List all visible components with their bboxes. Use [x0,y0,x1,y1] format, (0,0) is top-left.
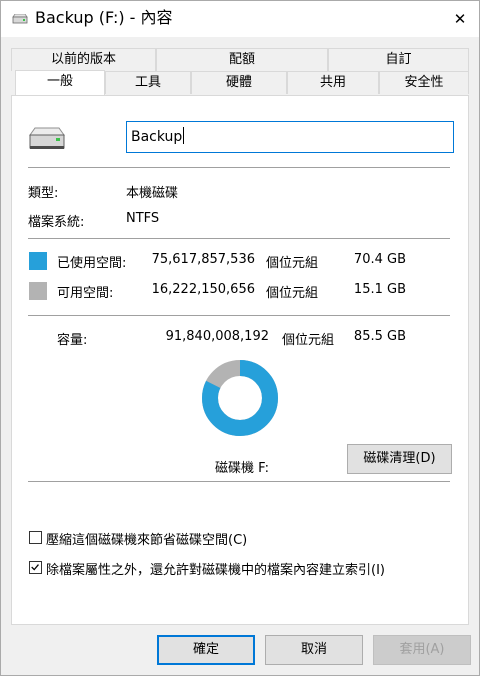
tab-quota[interactable]: 配額 [156,48,328,71]
compress-label[interactable]: 壓縮這個磁碟機來節省磁碟空間(C) [46,529,247,548]
free-space-unit: 個位元組 [266,286,319,301]
tab-sharing[interactable]: 共用 [287,71,379,94]
capacity-bytes: 91,840,008,192 [165,329,269,344]
drive-name-input[interactable]: Backup [126,121,454,153]
disk-usage-donut [202,360,278,436]
type-label: 類型: [28,186,59,201]
drive-name-value: Backup [131,129,183,145]
close-button[interactable]: ✕ [447,6,473,32]
tab-general[interactable]: 一般 [15,70,105,95]
used-space-unit: 個位元組 [266,256,319,271]
type-value: 本機磁碟 [126,186,179,201]
separator [28,315,450,316]
ok-button[interactable]: 確定 [157,635,255,665]
free-space-swatch [29,282,47,300]
capacity-unit: 個位元組 [282,333,335,348]
capacity-label: 容量: [57,333,88,348]
free-space-bytes: 16,222,150,656 [151,282,255,297]
separator [28,481,450,482]
capacity-size: 85.5 GB [353,329,406,344]
used-space-size: 70.4 GB [353,252,406,267]
tab-customize[interactable]: 自訂 [328,48,469,71]
compress-checkbox[interactable] [29,531,42,544]
free-space-label: 可用空間: [57,286,114,301]
title-bar[interactable]: Backup (F:) - 內容 ✕ [1,1,479,37]
disk-cleanup-button[interactable]: 磁碟清理(D) [347,444,452,474]
tab-hardware[interactable]: 硬體 [191,71,287,94]
drive-icon [12,14,28,24]
index-checkbox[interactable] [29,561,42,574]
window-title: Backup (F:) - 內容 [35,8,173,27]
text-caret [183,127,185,144]
tab-previous-versions[interactable]: 以前的版本 [11,48,156,71]
separator [28,167,450,168]
checkmark-icon [31,564,39,571]
properties-window: Backup (F:) - 內容 ✕ 以前的版本 配額 自訂 一般 工具 硬體 … [0,0,480,676]
cancel-button[interactable]: 取消 [265,635,363,665]
filesystem-label: 檔案系統: [28,215,85,230]
index-label[interactable]: 除檔案屬性之外，還允許對磁碟機中的檔案內容建立索引(I) [46,559,385,578]
drive-letter-label: 磁碟機 F: [215,461,269,476]
used-space-bytes: 75,617,857,536 [151,252,255,267]
apply-button[interactable]: 套用(A) [373,635,471,665]
used-space-label: 已使用空間: [57,256,127,271]
filesystem-value: NTFS [126,211,160,226]
tab-security[interactable]: 安全性 [379,71,469,94]
used-space-swatch [29,252,47,270]
separator [28,238,450,239]
tab-tools[interactable]: 工具 [105,71,191,94]
drive-large-icon [29,127,65,149]
close-icon: ✕ [453,10,467,28]
free-space-size: 15.1 GB [353,282,406,297]
